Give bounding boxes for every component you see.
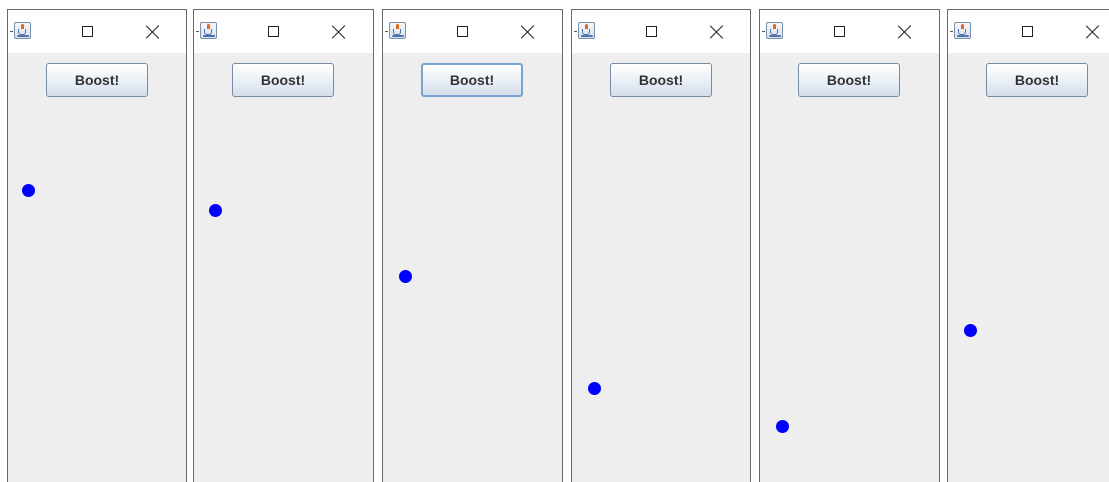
boost-button[interactable]: Boost! — [421, 63, 523, 97]
minimize-icon[interactable] — [950, 31, 953, 32]
ball — [22, 184, 35, 197]
java-cup-icon[interactable] — [578, 22, 595, 39]
ball — [209, 204, 222, 217]
java-cup-icon[interactable] — [14, 22, 31, 39]
close-icon[interactable] — [709, 24, 725, 40]
maximize-icon[interactable] — [834, 26, 845, 37]
app-window-5: Boost! — [759, 9, 940, 482]
minimize-icon[interactable] — [196, 31, 199, 32]
app-window-4: Boost! — [571, 9, 751, 482]
ball — [399, 270, 412, 283]
minimize-icon[interactable] — [10, 31, 13, 32]
boost-button[interactable]: Boost! — [232, 63, 334, 97]
app-window-6: Boost! — [947, 9, 1109, 482]
boost-button[interactable]: Boost! — [46, 63, 148, 97]
ball — [776, 420, 789, 433]
maximize-icon[interactable] — [457, 26, 468, 37]
ball — [588, 382, 601, 395]
java-cup-icon[interactable] — [954, 22, 971, 39]
title-bar[interactable] — [948, 10, 1109, 53]
close-icon[interactable] — [520, 24, 536, 40]
close-icon[interactable] — [897, 24, 913, 40]
minimize-icon[interactable] — [762, 31, 765, 32]
app-window-1: Boost! — [7, 9, 187, 482]
boost-button[interactable]: Boost! — [610, 63, 712, 97]
title-bar[interactable] — [8, 10, 186, 53]
close-icon[interactable] — [145, 24, 161, 40]
maximize-icon[interactable] — [646, 26, 657, 37]
maximize-icon[interactable] — [1022, 26, 1033, 37]
maximize-icon[interactable] — [82, 26, 93, 37]
boost-button[interactable]: Boost! — [986, 63, 1088, 97]
app-window-3: Boost! — [382, 9, 563, 482]
title-bar[interactable] — [572, 10, 750, 53]
title-bar[interactable] — [194, 10, 373, 53]
close-icon[interactable] — [1085, 24, 1101, 40]
ball — [964, 324, 977, 337]
minimize-icon[interactable] — [574, 31, 577, 32]
app-window-2: Boost! — [193, 9, 374, 482]
close-icon[interactable] — [331, 24, 347, 40]
title-bar[interactable] — [760, 10, 939, 53]
java-cup-icon[interactable] — [766, 22, 783, 39]
java-cup-icon[interactable] — [200, 22, 217, 39]
boost-button[interactable]: Boost! — [798, 63, 900, 97]
maximize-icon[interactable] — [268, 26, 279, 37]
title-bar[interactable] — [383, 10, 562, 53]
java-cup-icon[interactable] — [389, 22, 406, 39]
minimize-icon[interactable] — [385, 31, 388, 32]
